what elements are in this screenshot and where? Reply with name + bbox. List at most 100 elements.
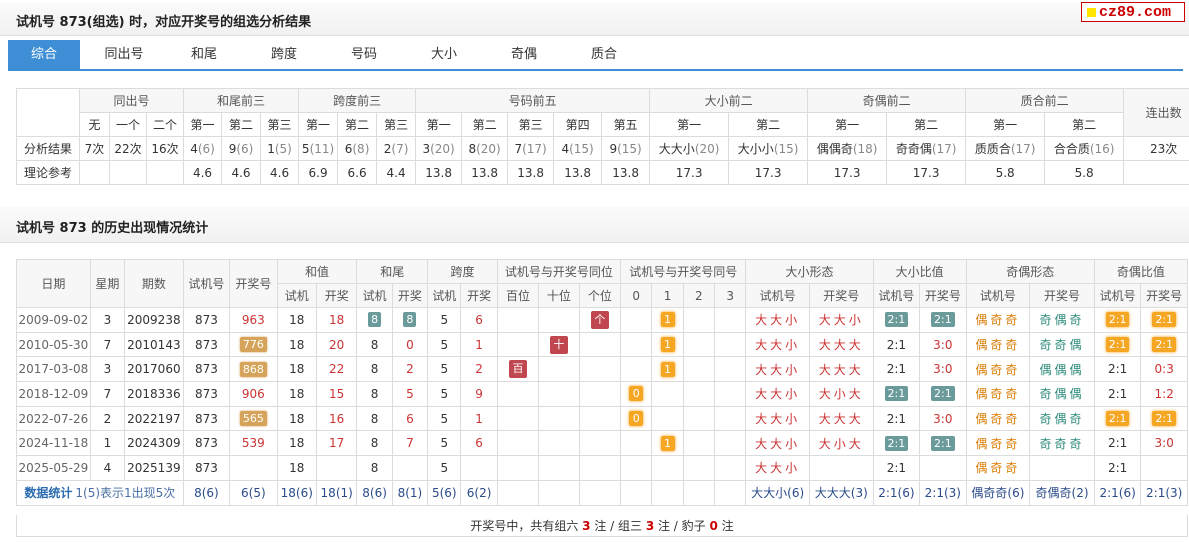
- week-cell: 7: [89, 331, 126, 358]
- stats-cell: 大大小(6): [745, 479, 810, 506]
- parity-ratio-draw-cell: 0:3: [1140, 356, 1188, 383]
- sum-test-cell: 18: [276, 405, 317, 432]
- history-group-header: 试机号: [182, 259, 231, 308]
- stats-value: 18(1): [320, 485, 353, 500]
- reference-cell: 4.6: [260, 160, 300, 185]
- tail-draw-cell-text: 2: [406, 362, 414, 377]
- history-subheader: 试机号: [872, 283, 921, 308]
- stats-cell: 18(6): [276, 479, 317, 506]
- tail-test-cell-text: 8: [370, 436, 379, 451]
- stats-value: 2:1(6): [1099, 485, 1136, 500]
- tail-test-cell: 8: [356, 356, 393, 383]
- draw-number-cell-text: 963: [241, 312, 265, 327]
- summary-subheader: 第三: [507, 112, 555, 137]
- table-row: 2018-12-09 7 2018336 873 906 18 15 8 5 5 9 0 大大小 大小大 2…: [16, 381, 1188, 407]
- tab-4[interactable]: 号码: [328, 40, 400, 69]
- analysis-count: (15): [773, 142, 799, 156]
- tail-draw-cell-text: 7: [406, 436, 414, 451]
- size-ratio-draw-cell: 3:0: [919, 405, 967, 432]
- tab-1[interactable]: 同出号: [88, 40, 160, 69]
- history-subheader: 0: [620, 283, 653, 308]
- summary-subheader: 第一: [183, 112, 223, 137]
- site-logo[interactable]: cz89.com: [1081, 2, 1185, 22]
- week-cell: 3: [89, 356, 126, 383]
- tab-5[interactable]: 大小: [408, 40, 480, 69]
- size-ratio-test-cell-text: 2:1: [886, 411, 907, 426]
- parity-draw-cell: 奇奇奇: [1029, 430, 1095, 457]
- analysis-cell: 9(6): [221, 136, 262, 161]
- analysis-count: (18): [852, 142, 878, 156]
- footer-text: 注 / 豹子: [654, 519, 710, 533]
- tab-7[interactable]: 质合: [568, 40, 640, 69]
- date-cell-text: 2017-03-08: [18, 362, 89, 377]
- parity-ratio-test-cell: 2:1: [1093, 356, 1142, 383]
- history-group-header: 日期: [16, 259, 91, 308]
- same-position-cell: [496, 331, 540, 358]
- tab-3[interactable]: 跨度: [248, 40, 320, 69]
- tab-2[interactable]: 和尾: [168, 40, 240, 69]
- size-draw-cell-text: 大大小: [818, 313, 864, 328]
- analysis-value: 奇奇偶: [895, 142, 932, 156]
- sum-test-cell: 18: [276, 331, 317, 358]
- history-group-header: 和尾: [356, 259, 429, 284]
- size-ratio-test-cell-text: 2:1: [886, 460, 907, 475]
- tab-6[interactable]: 奇偶: [488, 40, 560, 69]
- same-digit-cell: [651, 381, 684, 407]
- week-cell-text: 2: [103, 411, 112, 426]
- parity-ratio-draw-cell-badge: 2:1: [1152, 312, 1177, 328]
- analysis-cell: 4(6): [183, 136, 223, 161]
- same-position-cell: [578, 455, 622, 481]
- history-title: 试机号 873 的历史出现情况统计: [16, 221, 209, 236]
- date-cell: 2022-07-26: [16, 405, 91, 432]
- span-test-cell: 5: [427, 356, 462, 383]
- same-digit-cell: [713, 356, 747, 383]
- history-subheader: 开奖号: [808, 283, 874, 308]
- test-number-cell-text: 873: [194, 460, 218, 475]
- analysis-value: 偶偶奇: [816, 142, 853, 156]
- week-cell-text: 3: [103, 362, 112, 377]
- sum-test-cell-text: 18: [289, 411, 305, 426]
- size-test-cell-text: 大大小: [755, 461, 801, 476]
- size-draw-cell: [808, 455, 874, 481]
- size-test-cell: 大大小: [745, 356, 810, 383]
- week-cell-text: 3: [103, 312, 112, 327]
- same-digit-cell: [620, 356, 653, 383]
- analysis-cell: 质质合(17): [965, 136, 1046, 161]
- issue-cell: 2025139: [124, 455, 184, 481]
- same-position-cell: [578, 405, 622, 432]
- analysis-value: 16次: [151, 142, 179, 156]
- date-cell-text: 2010-05-30: [18, 337, 89, 352]
- week-cell-text: 4: [103, 460, 112, 475]
- size-ratio-draw-cell: 2:1: [919, 307, 967, 333]
- test-number-cell-text: 873: [194, 411, 218, 426]
- stats-cell: [651, 479, 684, 506]
- size-ratio-draw-cell-badge: 2:1: [930, 312, 955, 328]
- summary-title: 试机号 873(组选) 时，对应开奖号的组选分析结果: [16, 15, 312, 30]
- draw-number-cell-badge: 776: [239, 337, 267, 353]
- analysis-value: 9: [609, 141, 618, 156]
- tab-0[interactable]: 综合: [8, 40, 80, 69]
- history-subheader: 开奖号: [1029, 283, 1095, 308]
- date-cell: 2009-09-02: [16, 307, 91, 333]
- same-digit-cell: 1: [651, 430, 684, 457]
- history-subheader: 试机号: [745, 283, 810, 308]
- span-test-cell: 5: [427, 307, 462, 333]
- issue-cell-text: 2009238: [127, 312, 181, 327]
- stats-value: 2:1(3): [1146, 485, 1183, 500]
- history-subheader: 试机号: [965, 283, 1031, 308]
- tail-test-cell-text: 8: [370, 386, 379, 401]
- reference-cell: 13.8: [507, 160, 555, 185]
- analysis-value: 大小小: [737, 142, 774, 156]
- span-draw-cell-text: 6: [475, 312, 483, 327]
- parity-test-cell-text: 偶奇奇: [975, 362, 1021, 377]
- test-number-cell: 873: [182, 356, 231, 383]
- analysis-count: (17): [522, 141, 547, 156]
- history-subheader: 试机号: [1093, 283, 1142, 308]
- parity-draw-cell: [1029, 455, 1095, 481]
- same-digit-cell: [713, 331, 747, 358]
- tail-test-cell: 8: [356, 307, 393, 333]
- parity-draw-cell-text: 奇偶奇: [1039, 412, 1085, 427]
- summary-subheader: 第二: [461, 112, 509, 137]
- week-cell: 1: [89, 430, 126, 457]
- size-ratio-draw-cell-text: 3:0: [933, 337, 953, 352]
